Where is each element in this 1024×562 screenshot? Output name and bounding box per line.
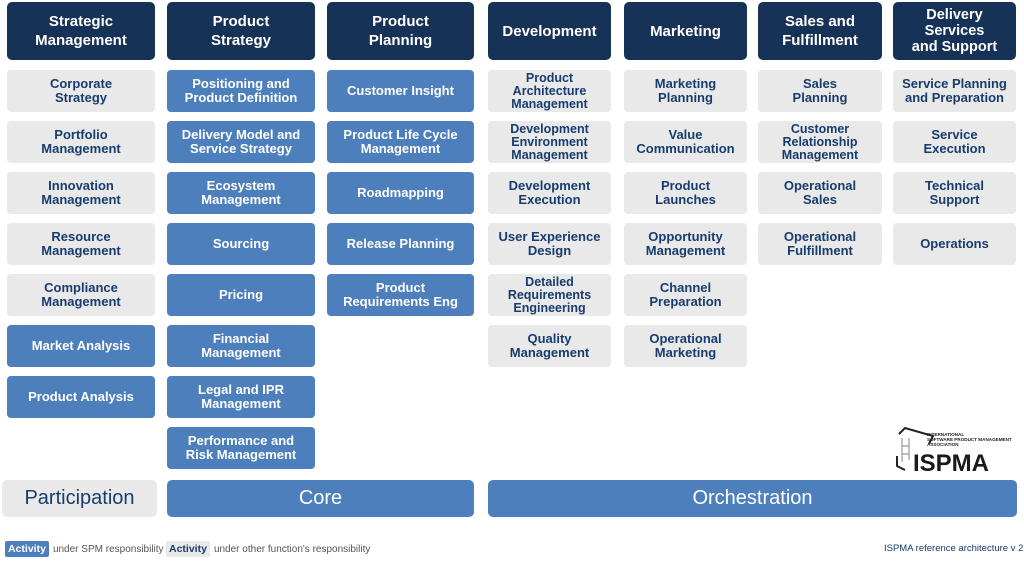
activity-box: Operations (893, 223, 1016, 265)
activity-box: Delivery Model and Service Strategy (167, 121, 315, 163)
activity-box: Service Execution (893, 121, 1016, 163)
activity-box: Positioning and Product Definition (167, 70, 315, 112)
column-header: Delivery Services and Support (893, 2, 1016, 60)
band-participation: Participation (2, 480, 157, 517)
legend-text-spm: under SPM responsibility (52, 543, 164, 555)
activity-box: Product Analysis (7, 376, 155, 418)
activity-box: Service Planning and Preparation (893, 70, 1016, 112)
activity-box: Opportunity Management (624, 223, 747, 265)
activity-box: Product Architecture Management (488, 70, 611, 112)
activity-box: Ecosystem Management (167, 172, 315, 214)
activity-box: Corporate Strategy (7, 70, 155, 112)
activity-box: Release Planning (327, 223, 474, 265)
column-header: Product Strategy (167, 2, 315, 60)
activity-box: User Experience Design (488, 223, 611, 265)
column-header: Sales and Fulfillment (758, 2, 882, 60)
column-header: Strategic Management (7, 2, 155, 60)
activity-box: Product Life Cycle Management (327, 121, 474, 163)
activity-box: Marketing Planning (624, 70, 747, 112)
activity-box: Operational Marketing (624, 325, 747, 367)
activity-box: Pricing (167, 274, 315, 316)
column-header: Product Planning (327, 2, 474, 60)
band-orchestration: Orchestration (488, 480, 1017, 517)
activity-box: Development Environment Management (488, 121, 611, 163)
activity-box: Market Analysis (7, 325, 155, 367)
activity-box: Portfolio Management (7, 121, 155, 163)
activity-box: Customer Insight (327, 70, 474, 112)
activity-box: Financial Management (167, 325, 315, 367)
activity-box: Development Execution (488, 172, 611, 214)
activity-box: Roadmapping (327, 172, 474, 214)
svg-text:ISPMA: ISPMA (913, 450, 989, 474)
building-frame-icon: INTERNATIONAL SOFTWARE PRODUCT MANAGEMEN… (896, 426, 1012, 477)
activity-box: Customer Relationship Management (758, 121, 882, 163)
activity-box: Sourcing (167, 223, 315, 265)
activity-box: Sales Planning (758, 70, 882, 112)
legend-chip-spm: Activity (5, 541, 49, 557)
ispma-logo: INTERNATIONAL SOFTWARE PRODUCT MANAGEMEN… (893, 426, 1018, 477)
version-label: ISPMA reference architecture v 2 (884, 543, 1024, 554)
svg-text:ASSOCIATION: ASSOCIATION (927, 442, 959, 447)
activity-box: Performance and Risk Management (167, 427, 315, 469)
activity-box: Product Requirements Eng (327, 274, 474, 316)
column-header: Development (488, 2, 611, 60)
band-core: Core (167, 480, 474, 517)
activity-box: Compliance Management (7, 274, 155, 316)
activity-box: Channel Preparation (624, 274, 747, 316)
legend-chip-other: Activity (166, 541, 210, 557)
legend-other: Activity under other function's responsi… (166, 541, 370, 557)
legend-spm: Activity under SPM responsibility (5, 541, 164, 557)
column-header: Marketing (624, 2, 747, 60)
legend-text-other: under other function's responsibility (213, 543, 371, 555)
activity-box: Resource Management (7, 223, 155, 265)
activity-box: Value Communication (624, 121, 747, 163)
activity-box: Quality Management (488, 325, 611, 367)
activity-box: Operational Fulfillment (758, 223, 882, 265)
activity-box: Product Launches (624, 172, 747, 214)
activity-box: Innovation Management (7, 172, 155, 214)
activity-box: Legal and IPR Management (167, 376, 315, 418)
activity-box: Detailed Requirements Engineering (488, 274, 611, 316)
activity-box: Operational Sales (758, 172, 882, 214)
activity-box: Technical Support (893, 172, 1016, 214)
